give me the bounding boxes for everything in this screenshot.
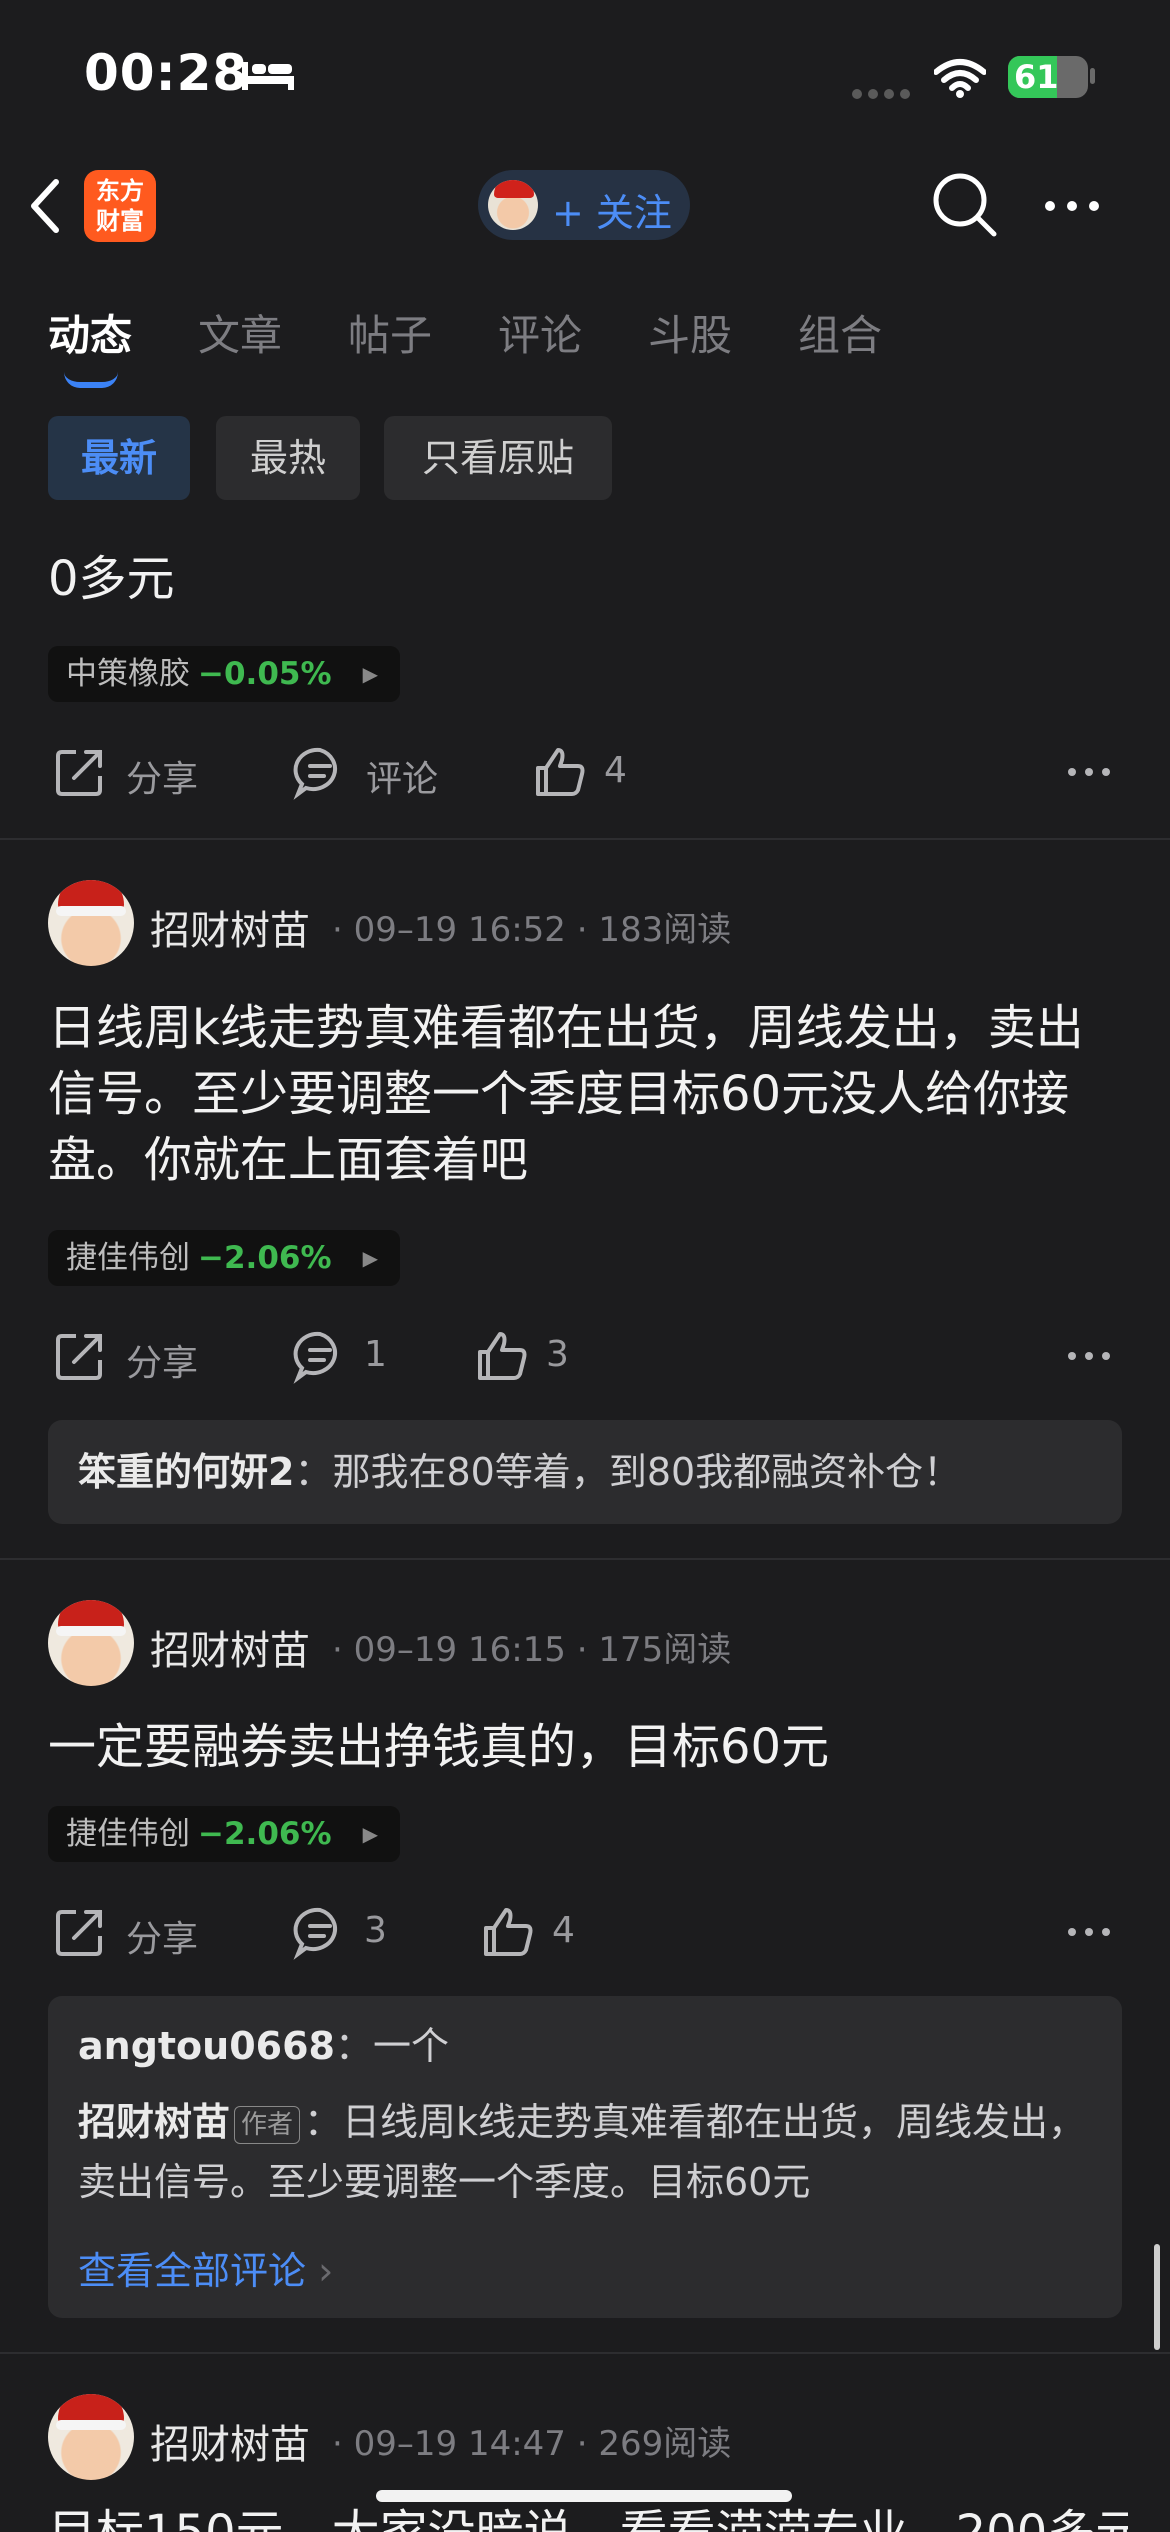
comment-icon[interactable] <box>292 1328 348 1384</box>
post-author[interactable]: 招财树苗 <box>150 1618 310 1676</box>
like-count[interactable]: 4 <box>604 750 627 791</box>
logo-text-line1: 东方 <box>96 177 144 205</box>
search-icon[interactable] <box>930 170 1000 240</box>
post-text[interactable]: 日线周k线走势真难看都在出货，周线发出，卖出信号。至少要调整一个季度目标60元没… <box>48 995 1128 1193</box>
post-text[interactable]: 目标150元，大家没暗说，看看涝涝专业。200多元 <box>48 2500 1128 2532</box>
comment-item: 笨重的何妍2：那我在80等着，到80我都融资补仓！ <box>78 1450 962 1494</box>
comment-label[interactable]: 评论 <box>366 750 438 802</box>
chevron-right-icon: › <box>318 2249 334 2293</box>
active-tab-indicator <box>64 372 118 388</box>
post-reads: 183阅读 <box>598 910 732 950</box>
comment-preview[interactable]: 笨重的何妍2：那我在80等着，到80我都融资补仓！ <box>48 1420 1122 1524</box>
share-icon[interactable] <box>52 1904 108 1960</box>
comment-count[interactable]: 1 <box>364 1334 387 1375</box>
post-meta: · 09–19 16:15 · 175阅读 <box>332 1630 732 1670</box>
filter-hottest[interactable]: 最热 <box>216 416 360 500</box>
comment-preview[interactable]: angtou0668：一个 招财树苗 作者 ：日线周k线走势真难看都在出货，周线发出… <box>48 1996 1122 2318</box>
caret-right-icon: ▶ <box>362 662 378 686</box>
like-icon[interactable] <box>532 744 588 800</box>
share-label[interactable]: 分享 <box>126 750 198 802</box>
cellular-signal-icon <box>852 84 916 103</box>
post-more-icon[interactable] <box>1066 1924 1112 1940</box>
post-author[interactable]: 招财树苗 <box>150 898 310 956</box>
comment-icon[interactable] <box>292 1904 348 1960</box>
post-reads: 175阅读 <box>598 1630 732 1670</box>
avatar[interactable] <box>48 880 134 966</box>
status-time: 00:28 <box>84 44 249 102</box>
view-all-label: 查看全部评论 <box>78 2249 307 2293</box>
post-reads: 269阅读 <box>598 2424 732 2464</box>
stock-change: −0.05% <box>198 656 332 692</box>
post-time: 09–19 16:52 <box>353 910 566 950</box>
post-time: 09–19 14:47 <box>353 2424 566 2464</box>
post-meta: · 09–19 14:47 · 269阅读 <box>332 2424 732 2464</box>
back-icon[interactable] <box>26 176 66 236</box>
stock-tag[interactable]: 中策橡胶 −0.05% ▶ <box>48 646 400 702</box>
post-divider <box>0 838 1170 840</box>
battery-indicator: 61 <box>1008 56 1088 98</box>
tab-stock-battle[interactable]: 斗股 <box>648 302 732 363</box>
post-divider <box>0 2352 1170 2354</box>
follow-label: + 关注 <box>552 191 672 235</box>
comment-item: 招财树苗 作者 ：日线周k线走势真难看都在出货，周线发出，卖出信号。至少要调整一个季… <box>78 2100 1087 2204</box>
tab-dynamics[interactable]: 动态 <box>48 302 132 363</box>
profile-avatar-icon <box>488 180 538 230</box>
share-label[interactable]: 分享 <box>126 1334 198 1386</box>
share-icon[interactable] <box>52 744 108 800</box>
follow-button[interactable]: + 关注 <box>478 170 690 240</box>
like-icon[interactable] <box>480 1904 536 1960</box>
comment-text: 那我在80等着，到80我都融资补仓！ <box>332 1450 962 1494</box>
comment-user[interactable]: 笨重的何妍2 <box>78 1450 294 1494</box>
stock-change: −2.06% <box>198 1240 332 1276</box>
post-divider <box>0 1558 1170 1560</box>
share-label[interactable]: 分享 <box>126 1910 198 1962</box>
post-author[interactable]: 招财树苗 <box>150 2412 310 2470</box>
avatar[interactable] <box>48 1600 134 1686</box>
post-more-icon[interactable] <box>1066 764 1112 780</box>
comment-icon[interactable] <box>292 744 348 800</box>
like-icon[interactable] <box>474 1328 530 1384</box>
view-all-comments-link[interactable]: 查看全部评论 › <box>78 2240 333 2295</box>
battery-percent: 61 <box>1014 58 1059 96</box>
comment-text: 一个 <box>373 2024 450 2068</box>
comment-user[interactable]: angtou0668 <box>78 2024 335 2068</box>
tab-articles[interactable]: 文章 <box>198 302 282 363</box>
like-count[interactable]: 4 <box>552 1910 575 1951</box>
post-text: 0多元 <box>48 551 175 607</box>
stock-name: 捷佳伟创 <box>66 1816 190 1852</box>
comment-item: angtou0668：一个 <box>78 2024 450 2068</box>
stock-tag[interactable]: 捷佳伟创 −2.06% ▶ <box>48 1230 400 1286</box>
stock-change: −2.06% <box>198 1816 332 1852</box>
tab-posts[interactable]: 帖子 <box>348 302 432 363</box>
share-icon[interactable] <box>52 1328 108 1384</box>
post-text[interactable]: 一定要融券卖出挣钱真的，目标60元 <box>48 1714 1128 1780</box>
caret-right-icon: ▶ <box>362 1246 378 1270</box>
comment-count[interactable]: 3 <box>364 1910 387 1951</box>
app-logo[interactable]: 东方 财富 <box>84 170 156 242</box>
sleep-mode-icon <box>242 62 294 90</box>
caret-right-icon: ▶ <box>362 1822 378 1846</box>
logo-text-line2: 财富 <box>96 207 144 235</box>
post-meta: · 09–19 16:52 · 183阅读 <box>332 910 732 950</box>
post-more-icon[interactable] <box>1066 1348 1112 1364</box>
stock-tag[interactable]: 捷佳伟创 −2.06% ▶ <box>48 1806 400 1862</box>
scrollbar[interactable] <box>1154 2244 1160 2350</box>
filter-original-only[interactable]: 只看原贴 <box>384 416 612 500</box>
wifi-icon <box>934 59 986 98</box>
filter-latest[interactable]: 最新 <box>48 416 190 500</box>
avatar[interactable] <box>48 2394 134 2480</box>
comment-user[interactable]: 招财树苗 <box>78 2100 230 2144</box>
stock-name: 捷佳伟创 <box>66 1240 190 1276</box>
tab-portfolio[interactable]: 组合 <box>798 302 882 363</box>
post-time: 09–19 16:15 <box>353 1630 566 1670</box>
stock-name: 中策橡胶 <box>66 656 190 692</box>
battery-tip <box>1090 68 1095 84</box>
tab-comments[interactable]: 评论 <box>498 302 582 363</box>
author-badge: 作者 <box>234 2105 301 2144</box>
like-count[interactable]: 3 <box>546 1334 569 1375</box>
home-indicator[interactable] <box>376 2490 792 2502</box>
more-options-icon[interactable] <box>1042 196 1102 216</box>
